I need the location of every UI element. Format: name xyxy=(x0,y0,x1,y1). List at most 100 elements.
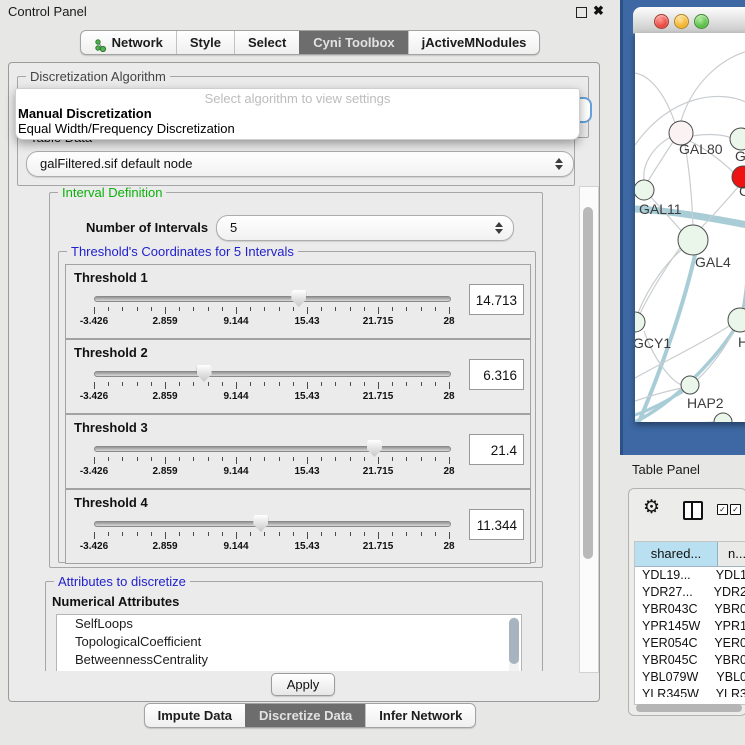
slider-tick xyxy=(137,457,138,461)
network-edge[interactable] xyxy=(639,248,680,316)
cell-name: YBL0 xyxy=(713,669,745,686)
slider-tick xyxy=(94,382,95,389)
slider-tick xyxy=(108,532,109,536)
table-row[interactable]: YBL079WYBL0 xyxy=(635,669,745,686)
network-canvas[interactable]: GAL80GACGAL11GAL4GCY1HHAP2 xyxy=(635,33,745,422)
slider-tick xyxy=(435,532,436,536)
table-row[interactable]: YDL19...YDL1 xyxy=(635,567,745,584)
tab-label: Network xyxy=(112,31,163,54)
network-node[interactable] xyxy=(714,413,732,422)
cell-name: YER0 xyxy=(711,635,745,652)
column-header-shared-name[interactable]: shared... xyxy=(635,542,718,566)
attribute-list-item[interactable]: TopologicalCoefficient xyxy=(57,633,521,651)
network-edge[interactable] xyxy=(635,326,729,378)
network-edge[interactable] xyxy=(648,142,673,181)
bottom-tab-impute-data[interactable]: Impute Data xyxy=(145,704,245,727)
slider-tick-label: 2.859 xyxy=(152,466,177,477)
slider-tick xyxy=(449,307,450,314)
split-columns-icon[interactable] xyxy=(683,501,703,520)
table-data-combobox[interactable]: galFiltered.sif default node xyxy=(26,151,574,177)
network-node-gcy1[interactable] xyxy=(635,312,645,332)
slider-tick xyxy=(94,457,95,464)
slider-tick xyxy=(321,382,322,386)
top-tab-bar: Network StyleSelect Cyni Toolbox jActiveMNo… xyxy=(0,30,620,54)
slider-thumb[interactable] xyxy=(253,515,268,532)
attribute-list-item[interactable]: SelfLoops xyxy=(57,615,521,633)
network-node-label: GCY1 xyxy=(635,335,671,351)
panel-scrollbar[interactable] xyxy=(579,186,599,673)
tab-style[interactable]: Style xyxy=(176,31,234,54)
network-edge[interactable] xyxy=(635,73,675,123)
network-node-ga[interactable] xyxy=(730,128,745,150)
tab-jactivemnodules[interactable]: jActiveMNodules xyxy=(408,31,540,54)
slider-tick xyxy=(264,457,265,461)
settings-viewport: Interval Definition Number of Intervals … xyxy=(15,186,581,671)
tab-label: Cyni Toolbox xyxy=(313,31,394,54)
table-row[interactable]: YBR043CYBR0 xyxy=(635,601,745,618)
table-row[interactable]: YER054CYER0 xyxy=(635,635,745,652)
close-icon[interactable]: ✖ xyxy=(593,3,604,19)
network-edge[interactable] xyxy=(692,135,731,138)
select-none-checkbox-icon[interactable]: ✓ xyxy=(730,504,741,515)
slider-tick xyxy=(208,532,209,536)
float-window-icon[interactable] xyxy=(576,7,587,18)
number-of-intervals-label: Number of Intervals xyxy=(86,220,208,235)
slider-track[interactable] xyxy=(94,371,451,377)
tab-network[interactable]: Network xyxy=(81,31,176,54)
attribute-list-item[interactable]: BetweennessCentrality xyxy=(57,651,521,669)
cell-shared-name: YDR27... xyxy=(635,584,711,601)
bottom-tab-infer-network[interactable]: Infer Network xyxy=(365,704,475,727)
threshold-value-field[interactable]: 6.316 xyxy=(469,359,524,390)
table-horizontal-scrollbar[interactable] xyxy=(636,704,742,712)
table-row[interactable]: YLR345WYLR3 xyxy=(635,686,745,697)
number-of-intervals-combobox[interactable]: 5 xyxy=(216,215,514,241)
slider-track[interactable] xyxy=(94,296,451,302)
select-all-checkbox-icon[interactable]: ✓ xyxy=(717,504,728,515)
threshold-value-field[interactable]: 11.344 xyxy=(469,509,524,540)
zoom-traffic-light-icon[interactable] xyxy=(694,14,709,29)
network-edge[interactable] xyxy=(644,137,671,180)
network-node-gal11[interactable] xyxy=(635,180,654,200)
close-traffic-light-icon[interactable] xyxy=(654,14,669,29)
network-edge[interactable] xyxy=(681,51,745,121)
dropdown-item-equal-width[interactable]: Equal Width/Frequency Discretization xyxy=(18,121,235,136)
slider-tick xyxy=(378,532,379,539)
tab-cyni-toolbox[interactable]: Cyni Toolbox xyxy=(299,31,407,54)
slider-tick-label: 9.144 xyxy=(223,541,248,552)
apply-button[interactable]: Apply xyxy=(271,673,335,696)
slider-tick xyxy=(179,532,180,536)
gear-icon[interactable]: ⚙ xyxy=(643,497,660,519)
numerical-attributes-list[interactable]: SelfLoopsTopologicalCoefficientBetweenne… xyxy=(56,614,522,671)
dropdown-item-manual[interactable]: Manual Discretization xyxy=(18,106,152,121)
slider-track[interactable] xyxy=(94,446,451,452)
slider-tick-label: 15.43 xyxy=(294,466,319,477)
slider-track[interactable] xyxy=(94,521,451,527)
column-header-name[interactable]: n... xyxy=(718,542,745,566)
panel-scrollbar-thumb[interactable] xyxy=(583,207,593,559)
threshold-value-field[interactable]: 14.713 xyxy=(469,284,524,315)
slider-thumb[interactable] xyxy=(291,290,306,307)
table-row[interactable]: YDR27...YDR2 xyxy=(635,584,745,601)
table-row[interactable]: YBR045CYBR0 xyxy=(635,652,745,669)
threshold-value-field[interactable]: 21.4 xyxy=(469,434,524,465)
slider-tick xyxy=(350,307,351,311)
bottom-tab-discretize-data[interactable]: Discretize Data xyxy=(245,704,365,727)
table-data-group: Table Data galFiltered.sif default node xyxy=(17,137,575,186)
slider-tick xyxy=(137,307,138,311)
tab-select[interactable]: Select xyxy=(234,31,299,54)
list-scrollbar[interactable] xyxy=(509,617,519,671)
slider-thumb[interactable] xyxy=(197,365,212,382)
bottom-tab-bar: Impute DataDiscretize DataInfer Network xyxy=(0,703,620,728)
network-node-gal4[interactable] xyxy=(678,225,708,255)
cell-name: YDL1 xyxy=(713,567,745,584)
slider-tick xyxy=(108,382,109,386)
slider-thumb[interactable] xyxy=(367,440,382,457)
slider-tick xyxy=(449,532,450,539)
network-edge-thick[interactable] xyxy=(635,392,682,415)
network-node-hap2[interactable] xyxy=(681,376,699,394)
network-node-h[interactable] xyxy=(728,308,745,332)
table-row[interactable]: YPR145WYPR1 xyxy=(635,618,745,635)
slider-tick xyxy=(335,457,336,461)
minimize-traffic-light-icon[interactable] xyxy=(674,14,689,29)
table-panel-titlebar: Table Panel xyxy=(620,456,745,482)
